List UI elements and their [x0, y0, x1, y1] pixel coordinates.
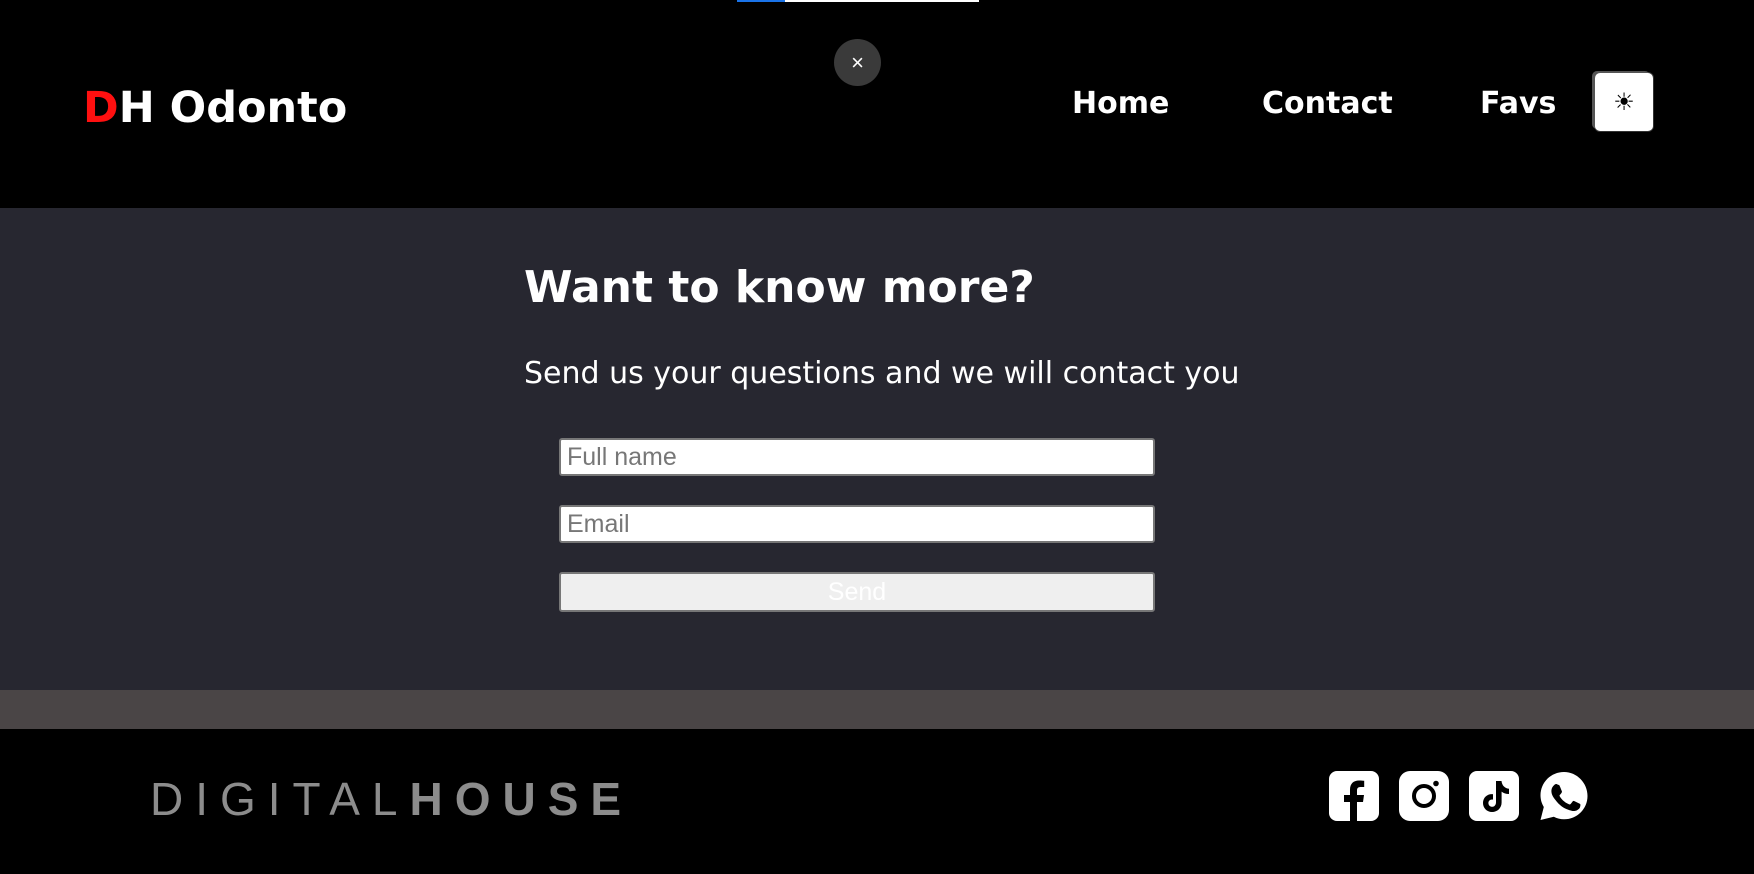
nav-link-contact[interactable]: Contact [1262, 84, 1393, 124]
contact-title: Want to know more? [524, 262, 1035, 313]
email-input[interactable] [559, 505, 1155, 543]
sun-icon: ☀ [1613, 88, 1635, 116]
logo-accent-letter: D [83, 83, 119, 133]
close-icon: × [851, 49, 864, 75]
scroll-progress-fill [737, 0, 786, 2]
tiktok-link[interactable] [1469, 771, 1519, 821]
facebook-link[interactable] [1329, 771, 1379, 821]
full-name-input[interactable] [559, 438, 1155, 476]
instagram-icon [1399, 771, 1449, 821]
site-logo[interactable]: DH Odonto [83, 78, 347, 138]
brand-light-text: DIGITAL [150, 773, 410, 825]
divider-band [0, 690, 1754, 729]
contact-subtitle: Send us your questions and we will conta… [524, 356, 1240, 391]
logo-text: H Odonto [118, 83, 348, 133]
tiktok-icon [1469, 771, 1519, 821]
site-header: DH Odonto × Home Contact Favs ☀ [0, 0, 1754, 208]
page: DH Odonto × Home Contact Favs ☀ Want to … [0, 0, 1754, 874]
scroll-progress-bar [737, 0, 979, 2]
whatsapp-icon [1540, 772, 1588, 820]
close-button[interactable]: × [834, 39, 881, 86]
facebook-icon [1329, 771, 1379, 821]
nav-link-home[interactable]: Home [1072, 84, 1169, 124]
digitalhouse-logo: DIGITALHOUSE [150, 769, 633, 829]
send-button[interactable]: Send [559, 572, 1155, 612]
contact-section: Want to know more? Send us your question… [0, 208, 1754, 690]
theme-toggle-button[interactable]: ☀ [1595, 73, 1653, 131]
whatsapp-link[interactable] [1539, 771, 1589, 821]
brand-heavy-text: HOUSE [409, 773, 634, 825]
instagram-link[interactable] [1399, 771, 1449, 821]
site-footer: DIGITALHOUSE [0, 729, 1754, 874]
nav-link-favs[interactable]: Favs [1480, 84, 1556, 124]
social-links [1329, 771, 1589, 821]
